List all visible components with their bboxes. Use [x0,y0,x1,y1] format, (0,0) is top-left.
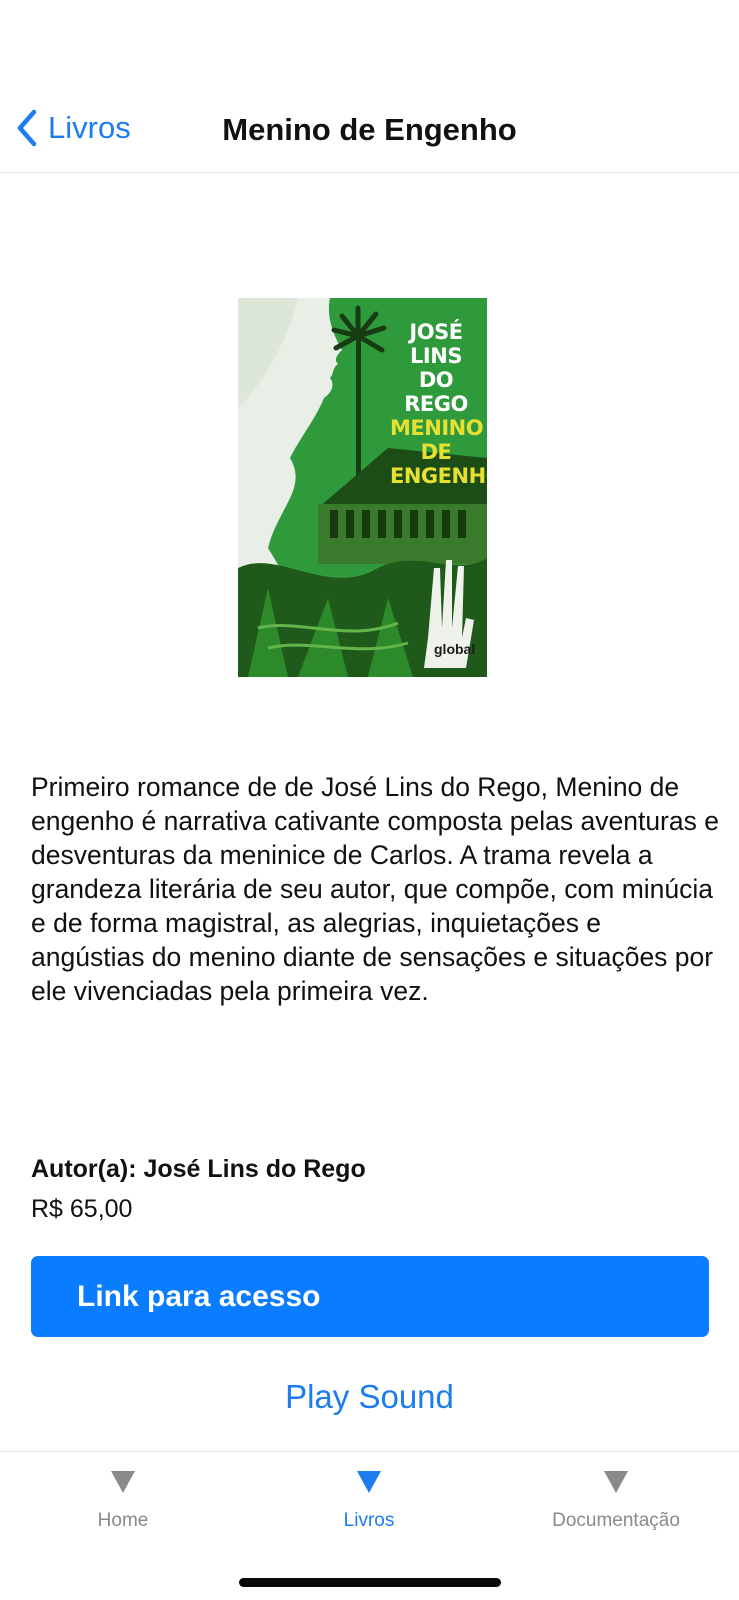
tab-documentacao[interactable]: Documentação [493,1470,739,1532]
tab-livros[interactable]: Livros [246,1470,492,1532]
home-indicator[interactable] [239,1578,501,1587]
triangle-down-icon [111,1471,135,1493]
triangle-down-icon [357,1471,381,1493]
tab-home-label: Home [97,1510,149,1531]
access-link-button[interactable]: Link para acesso [31,1256,709,1337]
book-price: R$ 65,00 [31,1195,133,1223]
book-detail-screen: Livros Menino de Engenho JOSÉ LINS DO RE… [0,0,739,1600]
book-description: Primeiro romance de de José Lins do Rego… [31,772,719,1006]
page-title: Menino de Engenho [222,112,517,147]
play-sound-button[interactable]: Play Sound [0,1376,739,1418]
cover-title-block: JOSÉ LINSDO REGO MENINODE ENGENHO [390,320,487,488]
cover-publisher-logo: global [434,641,476,657]
tab-documentacao-label: Documentação [552,1510,680,1531]
triangle-down-icon [604,1471,628,1493]
book-author: Autor(a): José Lins do Rego [31,1155,366,1183]
book-cover-image: JOSÉ LINSDO REGO MENINODE ENGENHO global [238,298,487,677]
tab-home[interactable]: Home [0,1470,246,1532]
cover-author-text: JOSÉ LINS DO REGO [404,320,468,416]
cover-title-text: MENINODE ENGENHO [390,416,487,488]
tab-livros-label: Livros [343,1510,395,1531]
navigation-bar: Livros Menino de Engenho [0,0,739,173]
